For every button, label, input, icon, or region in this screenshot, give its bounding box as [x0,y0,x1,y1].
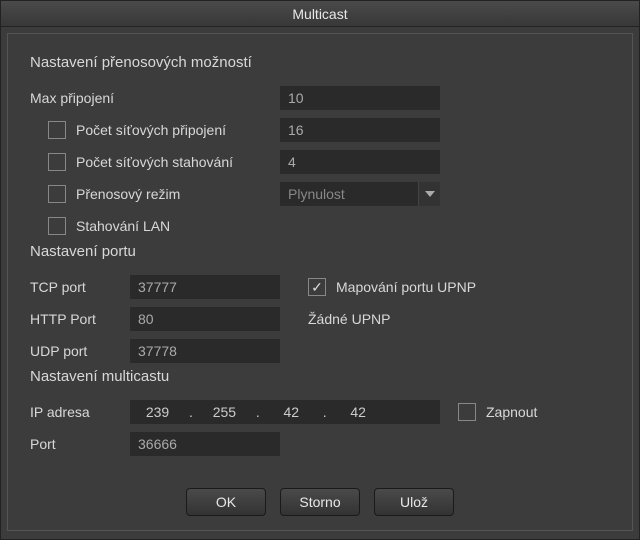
net-connections-checkbox[interactable] [48,121,66,139]
multicast-dialog: Multicast Nastavení přenosových možností… [0,0,640,540]
transfer-mode-value: Plynulost [288,186,345,202]
http-port-label: HTTP Port [30,311,130,327]
transfer-mode-checkbox[interactable] [48,185,66,203]
net-downloads-checkbox[interactable] [48,153,66,171]
ip-address-label: IP adresa [30,404,130,420]
cancel-button[interactable]: Storno [280,488,360,516]
udp-port-label: UDP port [30,343,130,359]
net-downloads-label: Počet síťových stahování [76,154,233,170]
transfer-section-title: Nastavení přenosových možností [30,54,610,71]
udp-port-input[interactable] [130,339,280,363]
ip-octet-2[interactable] [197,404,252,420]
port-section-title: Nastavení portu [30,243,610,260]
save-button[interactable]: Ulož [374,488,454,516]
lan-download-checkbox[interactable] [48,217,66,235]
multicast-enable-checkbox[interactable] [458,403,476,421]
net-downloads-input[interactable] [280,150,440,174]
max-connections-label: Max připojení [30,90,280,106]
transfer-mode-label: Přenosový režim [76,186,180,202]
multicast-enable-label: Zapnout [486,404,537,420]
transfer-mode-select[interactable]: Plynulost [280,182,440,206]
window-title: Multicast [292,6,347,22]
dialog-content: Nastavení přenosových možností Max připo… [7,33,633,531]
tcp-port-input[interactable] [130,275,280,299]
multicast-port-input[interactable] [130,432,280,456]
http-port-input[interactable] [130,307,280,331]
tcp-port-label: TCP port [30,279,130,295]
multicast-section-title: Nastavení multicastu [30,368,610,385]
multicast-port-label: Port [30,436,130,452]
dialog-button-row: OK Storno Ulož [8,488,632,516]
ip-octet-1[interactable] [130,404,185,420]
lan-download-label: Stahování LAN [76,218,170,234]
upnp-mapping-checkbox[interactable] [308,278,326,296]
ip-octet-3[interactable] [264,404,319,420]
net-connections-label: Počet síťových připojení [76,122,226,138]
chevron-down-icon [418,182,440,206]
ok-button[interactable]: OK [186,488,266,516]
upnp-status-text: Žádné UPNP [308,311,390,327]
upnp-mapping-label: Mapování portu UPNP [336,279,476,295]
ip-octet-4[interactable] [331,404,386,420]
ip-address-input[interactable]: . . . [130,400,440,424]
window-titlebar: Multicast [1,1,639,27]
net-connections-input[interactable] [280,118,440,142]
max-connections-input[interactable] [280,86,440,110]
